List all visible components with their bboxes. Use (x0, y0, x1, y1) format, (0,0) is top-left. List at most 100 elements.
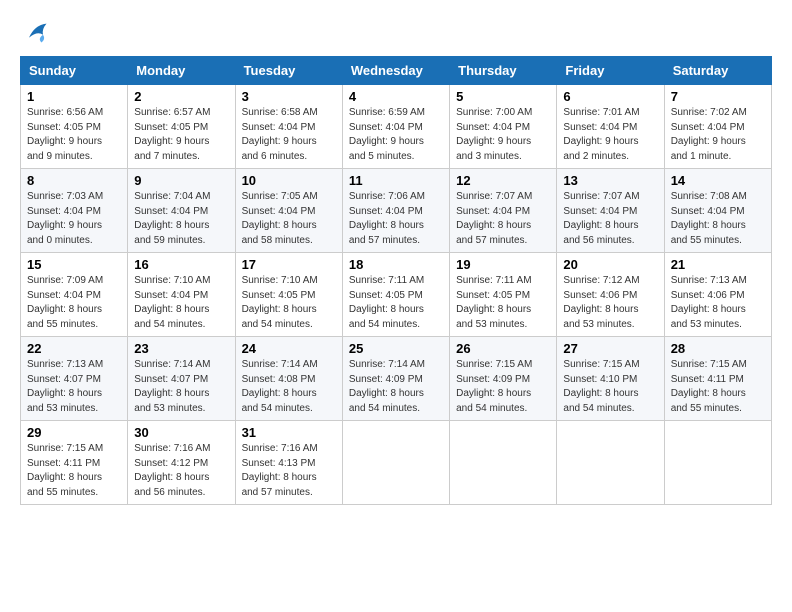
calendar-cell: 12 Sunrise: 7:07 AMSunset: 4:04 PMDayligh… (450, 169, 557, 253)
weekday-header-monday: Monday (128, 57, 235, 85)
day-number: 24 (242, 341, 336, 356)
page: SundayMondayTuesdayWednesdayThursdayFrid… (0, 0, 792, 515)
calendar-cell: 15Sunrise: 7:09 AMSunset: 4:04 PMDayligh… (21, 253, 128, 337)
day-info: Sunrise: 7:08 AMSunset: 4:04 PMDaylight:… (671, 190, 765, 248)
day-info: Sunrise: 7:07 AMSunset: 4:04 PMDaylight:… (563, 190, 657, 248)
day-info: Sunrise: 7:14 AMSunset: 4:09 PMDaylight:… (349, 358, 443, 416)
day-number: 17 (242, 257, 336, 272)
calendar-cell (557, 421, 664, 505)
calendar-cell: 7 Sunrise: 7:02 AMSunset: 4:04 PMDaylight… (664, 85, 771, 169)
day-number: 4 (349, 89, 443, 104)
calendar-cell: 11Sunrise: 7:06 AMSunset: 4:04 PMDayligh… (342, 169, 449, 253)
day-number: 2 (134, 89, 228, 104)
calendar-cell: 10 Sunrise: 7:05 AMSunset: 4:04 PMDayligh… (235, 169, 342, 253)
day-number: 30 (134, 425, 228, 440)
day-info: Sunrise: 7:15 AMSunset: 4:11 PMDaylight:… (27, 442, 121, 500)
day-number: 19 (456, 257, 550, 272)
day-info: Sunrise: 7:12 AMSunset: 4:06 PMDaylight:… (563, 274, 657, 332)
calendar-cell: 8 Sunrise: 7:03 AMSunset: 4:04 PMDaylight… (21, 169, 128, 253)
day-number: 12 (456, 173, 550, 188)
day-info: Sunrise: 7:13 AMSunset: 4:06 PMDaylight:… (671, 274, 765, 332)
day-number: 25 (349, 341, 443, 356)
day-info: Sunrise: 6:59 AMSunset: 4:04 PMDaylight:… (349, 106, 443, 164)
day-number: 27 (563, 341, 657, 356)
calendar-cell: 26Sunrise: 7:15 AMSunset: 4:09 PMDayligh… (450, 337, 557, 421)
day-info: Sunrise: 7:15 AMSunset: 4:10 PMDaylight:… (563, 358, 657, 416)
day-info: Sunrise: 6:57 AMSunset: 4:05 PMDaylight:… (134, 106, 228, 164)
weekday-header-wednesday: Wednesday (342, 57, 449, 85)
day-info: Sunrise: 7:06 AMSunset: 4:04 PMDaylight:… (349, 190, 443, 248)
calendar-cell: 25 Sunrise: 7:14 AMSunset: 4:09 PMDayligh… (342, 337, 449, 421)
day-number: 31 (242, 425, 336, 440)
day-number: 8 (27, 173, 121, 188)
day-info: Sunrise: 7:10 AMSunset: 4:05 PMDaylight:… (242, 274, 336, 332)
day-info: Sunrise: 7:15 AMSunset: 4:11 PMDaylight:… (671, 358, 765, 416)
day-info: Sunrise: 7:04 AMSunset: 4:04 PMDaylight:… (134, 190, 228, 248)
day-info: Sunrise: 7:13 AMSunset: 4:07 PMDaylight:… (27, 358, 121, 416)
day-info: Sunrise: 7:03 AMSunset: 4:04 PMDaylight:… (27, 190, 121, 248)
calendar-cell: 24 Sunrise: 7:14 AMSunset: 4:08 PMDayligh… (235, 337, 342, 421)
day-number: 1 (27, 89, 121, 104)
day-number: 29 (27, 425, 121, 440)
day-number: 16 (134, 257, 228, 272)
calendar-cell: 21Sunrise: 7:13 AMSunset: 4:06 PMDayligh… (664, 253, 771, 337)
day-number: 13 (563, 173, 657, 188)
calendar-cell: 17 Sunrise: 7:10 AMSunset: 4:05 PMDayligh… (235, 253, 342, 337)
day-number: 6 (563, 89, 657, 104)
day-info: Sunrise: 7:01 AMSunset: 4:04 PMDaylight:… (563, 106, 657, 164)
logo-icon (22, 18, 50, 46)
day-info: Sunrise: 6:58 AMSunset: 4:04 PMDaylight:… (242, 106, 336, 164)
calendar-cell (342, 421, 449, 505)
day-number: 15 (27, 257, 121, 272)
day-number: 7 (671, 89, 765, 104)
day-info: Sunrise: 7:02 AMSunset: 4:04 PMDaylight:… (671, 106, 765, 164)
week-row-5: 29 Sunrise: 7:15 AMSunset: 4:11 PMDayligh… (21, 421, 772, 505)
calendar-cell: 16 Sunrise: 7:10 AMSunset: 4:04 PMDayligh… (128, 253, 235, 337)
calendar-cell: 4 Sunrise: 6:59 AMSunset: 4:04 PMDaylight… (342, 85, 449, 169)
calendar-cell: 5 Sunrise: 7:00 AMSunset: 4:04 PMDaylight… (450, 85, 557, 169)
calendar-cell (664, 421, 771, 505)
calendar-cell: 28 Sunrise: 7:15 AMSunset: 4:11 PMDayligh… (664, 337, 771, 421)
day-number: 28 (671, 341, 765, 356)
calendar-cell: 9 Sunrise: 7:04 AMSunset: 4:04 PMDaylight… (128, 169, 235, 253)
calendar-cell: 13 Sunrise: 7:07 AMSunset: 4:04 PMDayligh… (557, 169, 664, 253)
day-info: Sunrise: 7:16 AMSunset: 4:12 PMDaylight:… (134, 442, 228, 500)
weekday-header-row: SundayMondayTuesdayWednesdayThursdayFrid… (21, 57, 772, 85)
weekday-header-sunday: Sunday (21, 57, 128, 85)
weekday-header-tuesday: Tuesday (235, 57, 342, 85)
day-info: Sunrise: 7:14 AMSunset: 4:07 PMDaylight:… (134, 358, 228, 416)
day-info: Sunrise: 6:56 AMSunset: 4:05 PMDaylight:… (27, 106, 121, 164)
day-info: Sunrise: 7:05 AMSunset: 4:04 PMDaylight:… (242, 190, 336, 248)
day-number: 10 (242, 173, 336, 188)
calendar-cell: 18Sunrise: 7:11 AMSunset: 4:05 PMDayligh… (342, 253, 449, 337)
day-info: Sunrise: 7:11 AMSunset: 4:05 PMDaylight:… (456, 274, 550, 332)
logo (20, 18, 50, 46)
header (20, 18, 772, 46)
calendar-cell: 6 Sunrise: 7:01 AMSunset: 4:04 PMDaylight… (557, 85, 664, 169)
calendar-cell: 27 Sunrise: 7:15 AMSunset: 4:10 PMDayligh… (557, 337, 664, 421)
calendar-cell: 30 Sunrise: 7:16 AMSunset: 4:12 PMDayligh… (128, 421, 235, 505)
calendar-cell: 20 Sunrise: 7:12 AMSunset: 4:06 PMDayligh… (557, 253, 664, 337)
day-info: Sunrise: 7:07 AMSunset: 4:04 PMDaylight:… (456, 190, 550, 248)
weekday-header-thursday: Thursday (450, 57, 557, 85)
calendar-cell: 31 Sunrise: 7:16 AMSunset: 4:13 PMDayligh… (235, 421, 342, 505)
day-number: 5 (456, 89, 550, 104)
day-info: Sunrise: 7:15 AMSunset: 4:09 PMDaylight:… (456, 358, 550, 416)
day-info: Sunrise: 7:14 AMSunset: 4:08 PMDaylight:… (242, 358, 336, 416)
day-info: Sunrise: 7:16 AMSunset: 4:13 PMDaylight:… (242, 442, 336, 500)
day-number: 9 (134, 173, 228, 188)
day-number: 23 (134, 341, 228, 356)
week-row-4: 22Sunrise: 7:13 AMSunset: 4:07 PMDayligh… (21, 337, 772, 421)
day-number: 14 (671, 173, 765, 188)
calendar-cell (450, 421, 557, 505)
calendar-cell: 29 Sunrise: 7:15 AMSunset: 4:11 PMDayligh… (21, 421, 128, 505)
calendar: SundayMondayTuesdayWednesdayThursdayFrid… (20, 56, 772, 505)
day-info: Sunrise: 7:10 AMSunset: 4:04 PMDaylight:… (134, 274, 228, 332)
calendar-cell: 14 Sunrise: 7:08 AMSunset: 4:04 PMDayligh… (664, 169, 771, 253)
day-number: 3 (242, 89, 336, 104)
calendar-cell: 3 Sunrise: 6:58 AMSunset: 4:04 PMDaylight… (235, 85, 342, 169)
day-number: 20 (563, 257, 657, 272)
day-info: Sunrise: 7:00 AMSunset: 4:04 PMDaylight:… (456, 106, 550, 164)
week-row-3: 15Sunrise: 7:09 AMSunset: 4:04 PMDayligh… (21, 253, 772, 337)
calendar-cell: 2 Sunrise: 6:57 AMSunset: 4:05 PMDaylight… (128, 85, 235, 169)
